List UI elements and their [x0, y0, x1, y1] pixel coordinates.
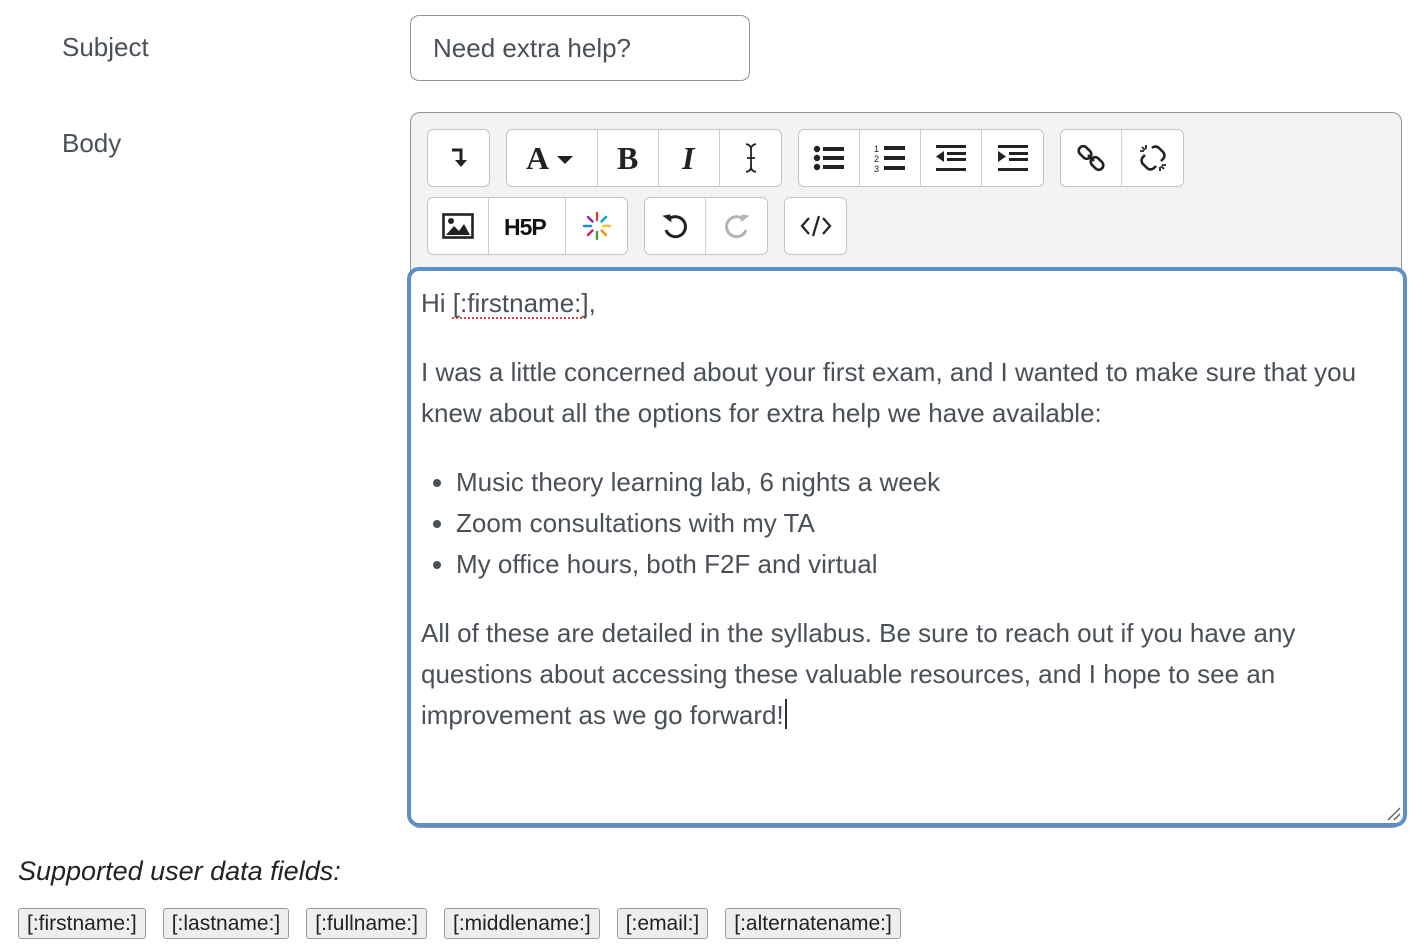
text-caret — [784, 699, 787, 729]
field-chip-alternatename[interactable]: [:alternatename:] — [725, 908, 901, 939]
subject-label: Subject — [62, 32, 149, 62]
font-style-button[interactable]: A — [507, 130, 598, 186]
greeting-token: [:firstname:] — [452, 288, 589, 318]
undo-icon — [662, 214, 687, 239]
font-style-icon: A — [526, 142, 573, 174]
clear-format-icon — [745, 143, 756, 173]
indent-icon — [997, 145, 1028, 171]
paragraph-closing: All of these are detailed in the syllabu… — [421, 613, 1393, 736]
toolbar-group-collapse — [427, 129, 490, 187]
image-icon — [442, 213, 474, 239]
italic-icon: I — [681, 142, 696, 174]
bold-icon: B — [617, 142, 638, 174]
options-list: Music theory learning lab, 6 nights a we… — [421, 462, 1393, 585]
subject-input[interactable] — [410, 15, 750, 81]
numbered-list-icon: 123 — [874, 144, 905, 173]
undo-button[interactable] — [645, 198, 706, 254]
body-label: Body — [62, 128, 122, 158]
resize-handle-icon[interactable] — [1385, 805, 1401, 821]
h5p-icon: H5P — [504, 214, 547, 238]
greeting-prefix: Hi — [421, 288, 453, 318]
collapse-button[interactable] — [428, 130, 489, 186]
field-chip-middlename[interactable]: [:middlename:] — [443, 908, 600, 939]
outdent-icon — [936, 145, 966, 171]
body-editor: A B I 123 H5P Hi [:firstname:], I was a … — [407, 112, 1407, 828]
field-chip-lastname[interactable]: [:lastname:] — [162, 908, 290, 939]
svg-text:B: B — [617, 142, 638, 174]
paragraph-closing-text: All of these are detailed in the syllabu… — [421, 618, 1296, 730]
svg-text:I: I — [681, 142, 696, 174]
redo-icon — [724, 214, 750, 239]
link-button[interactable] — [1061, 130, 1122, 186]
svg-text:2: 2 — [874, 154, 879, 164]
indent-button[interactable] — [982, 130, 1043, 186]
html-source-button[interactable] — [785, 198, 846, 254]
numbered-list-button[interactable]: 123 — [860, 130, 921, 186]
accessibility-checker-button[interactable] — [566, 198, 627, 254]
field-chip-firstname[interactable]: [:firstname:] — [18, 908, 146, 939]
svg-text:3: 3 — [874, 164, 879, 173]
toolbar-group-links — [1060, 129, 1184, 187]
italic-button[interactable]: I — [659, 130, 720, 186]
toolbar-row-2: H5P — [427, 197, 847, 255]
paragraph-intro: I was a little concerned about your firs… — [421, 357, 1357, 428]
bullet-list-icon — [813, 145, 844, 171]
field-chip-email[interactable]: [:email:] — [616, 908, 709, 939]
toolbar-group-history — [644, 197, 768, 255]
toolbar-group-list: 123 — [798, 129, 1044, 187]
list-item: Music theory learning lab, 6 nights a we… — [456, 462, 1393, 503]
list-item: My office hours, both F2F and virtual — [456, 544, 1393, 585]
redo-button[interactable] — [706, 198, 767, 254]
html-source-icon — [800, 215, 831, 237]
greeting-line: Hi [:firstname:], — [421, 283, 1393, 324]
fields-title: Supported user data fields: — [18, 856, 341, 886]
field-chip-fullname[interactable]: [:fullname:] — [306, 908, 427, 939]
toolbar-row-1: A B I 123 — [427, 129, 1184, 187]
editor-content[interactable]: Hi [:firstname:], I was a little concern… — [407, 267, 1407, 827]
svg-text:H5P: H5P — [504, 214, 546, 238]
clear-format-button[interactable] — [720, 130, 781, 186]
h5p-button[interactable]: H5P — [489, 198, 566, 254]
svg-text:A: A — [526, 142, 549, 174]
bold-button[interactable]: B — [598, 130, 659, 186]
bullet-list-button[interactable] — [799, 130, 860, 186]
toolbar-group-text: A B I — [506, 129, 782, 187]
unlink-button[interactable] — [1122, 130, 1183, 186]
toolbar-group-media: H5P — [427, 197, 628, 255]
toolbar-group-source — [784, 197, 847, 255]
list-item: Zoom consultations with my TA — [456, 503, 1393, 544]
accessibility-icon — [582, 211, 611, 241]
greeting-suffix: , — [588, 288, 596, 318]
outdent-button[interactable] — [921, 130, 982, 186]
unlink-icon — [1139, 145, 1166, 171]
svg-text:1: 1 — [874, 144, 879, 154]
link-icon — [1077, 144, 1105, 172]
collapse-icon — [451, 148, 467, 167]
image-button[interactable] — [428, 198, 489, 254]
fields-chip-list: [:firstname:] [:lastname:] [:fullname:] … — [18, 908, 901, 939]
